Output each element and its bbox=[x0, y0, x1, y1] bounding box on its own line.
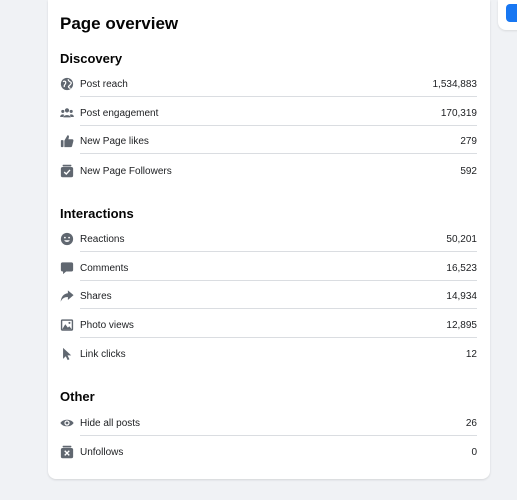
metric-row-new-page-likes[interactable]: New Page likes 279 bbox=[60, 130, 477, 154]
metric-label: New Page Followers bbox=[80, 165, 172, 177]
metric-value: 26 bbox=[465, 417, 477, 429]
metric-row-hide-all-posts[interactable]: Hide all posts 26 bbox=[60, 412, 477, 436]
metric-label: Link clicks bbox=[80, 348, 126, 360]
eye-icon bbox=[60, 416, 74, 430]
metric-label: Comments bbox=[80, 262, 129, 274]
section-heading-discovery: Discovery bbox=[60, 51, 123, 66]
metric-label: Hide all posts bbox=[80, 417, 141, 429]
smiley-icon bbox=[60, 232, 74, 246]
metric-row-new-page-followers[interactable]: New Page Followers 592 bbox=[60, 160, 477, 182]
metric-label: Unfollows bbox=[80, 446, 124, 458]
page-overview-card: Page overview Discovery Post reach 1,534… bbox=[48, 0, 490, 479]
page-title: Page overview bbox=[60, 14, 179, 33]
metric-label: Post reach bbox=[80, 78, 128, 90]
metric-value: 0 bbox=[471, 446, 477, 458]
metric-label: New Page likes bbox=[80, 135, 149, 147]
thumbs-up-icon bbox=[60, 134, 74, 148]
section-heading-other: Other bbox=[60, 389, 95, 404]
side-panel-edge bbox=[498, 0, 517, 30]
metric-row-shares[interactable]: Shares 14,934 bbox=[60, 285, 477, 309]
photo-icon bbox=[60, 318, 74, 332]
metric-row-comments[interactable]: Comments 16,523 bbox=[60, 257, 477, 281]
metric-value: 592 bbox=[460, 165, 477, 177]
primary-action-button[interactable] bbox=[506, 4, 517, 22]
metric-value: 50,201 bbox=[446, 233, 477, 245]
followers-icon bbox=[60, 164, 74, 178]
metric-row-post-reach[interactable]: Post reach 1,534,883 bbox=[60, 73, 478, 97]
metric-row-link-clicks[interactable]: Link clicks 12 bbox=[60, 343, 477, 365]
unfollow-icon bbox=[60, 445, 74, 459]
metric-label: Reactions bbox=[80, 233, 125, 245]
share-icon bbox=[60, 289, 74, 303]
metric-value: 14,934 bbox=[446, 290, 477, 302]
metric-label: Post engagement bbox=[80, 107, 159, 119]
metric-value: 170,319 bbox=[440, 107, 477, 119]
metric-row-reactions[interactable]: Reactions 50,201 bbox=[60, 228, 477, 252]
metric-value: 12,895 bbox=[446, 319, 477, 331]
metric-value: 279 bbox=[460, 135, 477, 147]
section-heading-interactions: Interactions bbox=[60, 206, 134, 221]
globe-icon bbox=[60, 77, 74, 91]
metric-row-post-engagement[interactable]: Post engagement 170,319 bbox=[60, 102, 477, 126]
people-icon bbox=[60, 106, 74, 120]
cursor-icon bbox=[60, 347, 74, 361]
metric-label: Photo views bbox=[80, 319, 134, 331]
metric-value: 1,534,883 bbox=[432, 78, 478, 90]
metric-value: 16,523 bbox=[446, 262, 477, 274]
metric-label: Shares bbox=[80, 290, 112, 302]
comment-icon bbox=[60, 261, 74, 275]
metric-row-photo-views[interactable]: Photo views 12,895 bbox=[60, 314, 477, 338]
metric-row-unfollows[interactable]: Unfollows 0 bbox=[60, 441, 477, 463]
metric-value: 12 bbox=[465, 348, 477, 360]
